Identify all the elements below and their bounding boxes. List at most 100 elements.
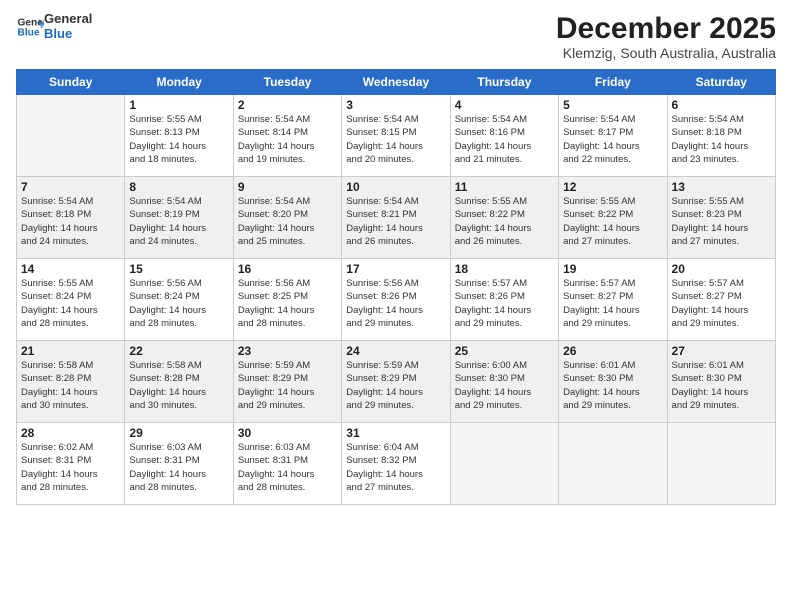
- calendar-cell: 20Sunrise: 5:57 AM Sunset: 8:27 PM Dayli…: [667, 259, 775, 341]
- day-info: Sunrise: 5:56 AM Sunset: 8:25 PM Dayligh…: [238, 277, 337, 330]
- day-info: Sunrise: 5:55 AM Sunset: 8:22 PM Dayligh…: [455, 195, 554, 248]
- calendar-cell: 23Sunrise: 5:59 AM Sunset: 8:29 PM Dayli…: [233, 341, 341, 423]
- day-info: Sunrise: 5:54 AM Sunset: 8:14 PM Dayligh…: [238, 113, 337, 166]
- day-number: 31: [346, 426, 445, 440]
- day-number: 5: [563, 98, 662, 112]
- day-info: Sunrise: 5:58 AM Sunset: 8:28 PM Dayligh…: [129, 359, 228, 412]
- day-info: Sunrise: 6:03 AM Sunset: 8:31 PM Dayligh…: [238, 441, 337, 494]
- calendar-cell: 6Sunrise: 5:54 AM Sunset: 8:18 PM Daylig…: [667, 95, 775, 177]
- calendar-cell: 10Sunrise: 5:54 AM Sunset: 8:21 PM Dayli…: [342, 177, 450, 259]
- day-info: Sunrise: 5:56 AM Sunset: 8:26 PM Dayligh…: [346, 277, 445, 330]
- calendar-week-row: 1Sunrise: 5:55 AM Sunset: 8:13 PM Daylig…: [17, 95, 776, 177]
- calendar-cell: 7Sunrise: 5:54 AM Sunset: 8:18 PM Daylig…: [17, 177, 125, 259]
- calendar-cell: 9Sunrise: 5:54 AM Sunset: 8:20 PM Daylig…: [233, 177, 341, 259]
- day-info: Sunrise: 5:54 AM Sunset: 8:19 PM Dayligh…: [129, 195, 228, 248]
- calendar-cell: 27Sunrise: 6:01 AM Sunset: 8:30 PM Dayli…: [667, 341, 775, 423]
- day-number: 21: [21, 344, 120, 358]
- logo-general: General: [44, 12, 92, 27]
- calendar-cell: 15Sunrise: 5:56 AM Sunset: 8:24 PM Dayli…: [125, 259, 233, 341]
- day-info: Sunrise: 5:54 AM Sunset: 8:17 PM Dayligh…: [563, 113, 662, 166]
- day-number: 12: [563, 180, 662, 194]
- day-info: Sunrise: 6:01 AM Sunset: 8:30 PM Dayligh…: [563, 359, 662, 412]
- calendar-cell: 30Sunrise: 6:03 AM Sunset: 8:31 PM Dayli…: [233, 423, 341, 505]
- calendar-cell: 8Sunrise: 5:54 AM Sunset: 8:19 PM Daylig…: [125, 177, 233, 259]
- day-number: 6: [672, 98, 771, 112]
- calendar-cell: [667, 423, 775, 505]
- day-number: 15: [129, 262, 228, 276]
- calendar-header-row: SundayMondayTuesdayWednesdayThursdayFrid…: [17, 70, 776, 95]
- calendar-cell: 22Sunrise: 5:58 AM Sunset: 8:28 PM Dayli…: [125, 341, 233, 423]
- calendar-cell: 2Sunrise: 5:54 AM Sunset: 8:14 PM Daylig…: [233, 95, 341, 177]
- day-number: 26: [563, 344, 662, 358]
- day-info: Sunrise: 5:57 AM Sunset: 8:27 PM Dayligh…: [672, 277, 771, 330]
- day-info: Sunrise: 5:57 AM Sunset: 8:26 PM Dayligh…: [455, 277, 554, 330]
- calendar-day-header: Saturday: [667, 70, 775, 95]
- calendar-cell: 5Sunrise: 5:54 AM Sunset: 8:17 PM Daylig…: [559, 95, 667, 177]
- day-number: 28: [21, 426, 120, 440]
- calendar-cell: 16Sunrise: 5:56 AM Sunset: 8:25 PM Dayli…: [233, 259, 341, 341]
- svg-text:Blue: Blue: [18, 27, 40, 38]
- day-info: Sunrise: 6:02 AM Sunset: 8:31 PM Dayligh…: [21, 441, 120, 494]
- calendar-week-row: 21Sunrise: 5:58 AM Sunset: 8:28 PM Dayli…: [17, 341, 776, 423]
- day-number: 30: [238, 426, 337, 440]
- day-number: 13: [672, 180, 771, 194]
- calendar-cell: 14Sunrise: 5:55 AM Sunset: 8:24 PM Dayli…: [17, 259, 125, 341]
- calendar-cell: 24Sunrise: 5:59 AM Sunset: 8:29 PM Dayli…: [342, 341, 450, 423]
- day-info: Sunrise: 5:59 AM Sunset: 8:29 PM Dayligh…: [346, 359, 445, 412]
- day-number: 1: [129, 98, 228, 112]
- calendar-day-header: Tuesday: [233, 70, 341, 95]
- day-info: Sunrise: 5:54 AM Sunset: 8:16 PM Dayligh…: [455, 113, 554, 166]
- day-number: 9: [238, 180, 337, 194]
- calendar-cell: 3Sunrise: 5:54 AM Sunset: 8:15 PM Daylig…: [342, 95, 450, 177]
- day-info: Sunrise: 5:57 AM Sunset: 8:27 PM Dayligh…: [563, 277, 662, 330]
- day-info: Sunrise: 5:54 AM Sunset: 8:15 PM Dayligh…: [346, 113, 445, 166]
- day-number: 7: [21, 180, 120, 194]
- location: Klemzig, South Australia, Australia: [556, 45, 776, 61]
- calendar-cell: 18Sunrise: 5:57 AM Sunset: 8:26 PM Dayli…: [450, 259, 558, 341]
- calendar-day-header: Sunday: [17, 70, 125, 95]
- day-number: 29: [129, 426, 228, 440]
- month-title: December 2025: [556, 12, 776, 45]
- calendar-cell: [17, 95, 125, 177]
- day-number: 25: [455, 344, 554, 358]
- calendar-cell: 11Sunrise: 5:55 AM Sunset: 8:22 PM Dayli…: [450, 177, 558, 259]
- calendar-week-row: 7Sunrise: 5:54 AM Sunset: 8:18 PM Daylig…: [17, 177, 776, 259]
- day-number: 22: [129, 344, 228, 358]
- day-number: 18: [455, 262, 554, 276]
- calendar-cell: 28Sunrise: 6:02 AM Sunset: 8:31 PM Dayli…: [17, 423, 125, 505]
- calendar: SundayMondayTuesdayWednesdayThursdayFrid…: [16, 69, 776, 505]
- calendar-cell: 1Sunrise: 5:55 AM Sunset: 8:13 PM Daylig…: [125, 95, 233, 177]
- header: General Blue General Blue December 2025 …: [16, 12, 776, 61]
- day-info: Sunrise: 5:59 AM Sunset: 8:29 PM Dayligh…: [238, 359, 337, 412]
- day-number: 16: [238, 262, 337, 276]
- day-info: Sunrise: 5:54 AM Sunset: 8:18 PM Dayligh…: [672, 113, 771, 166]
- day-number: 10: [346, 180, 445, 194]
- calendar-cell: 13Sunrise: 5:55 AM Sunset: 8:23 PM Dayli…: [667, 177, 775, 259]
- day-info: Sunrise: 6:01 AM Sunset: 8:30 PM Dayligh…: [672, 359, 771, 412]
- day-info: Sunrise: 6:04 AM Sunset: 8:32 PM Dayligh…: [346, 441, 445, 494]
- day-number: 4: [455, 98, 554, 112]
- calendar-cell: 21Sunrise: 5:58 AM Sunset: 8:28 PM Dayli…: [17, 341, 125, 423]
- calendar-cell: 29Sunrise: 6:03 AM Sunset: 8:31 PM Dayli…: [125, 423, 233, 505]
- day-info: Sunrise: 5:54 AM Sunset: 8:18 PM Dayligh…: [21, 195, 120, 248]
- title-block: December 2025 Klemzig, South Australia, …: [556, 12, 776, 61]
- day-number: 17: [346, 262, 445, 276]
- calendar-day-header: Friday: [559, 70, 667, 95]
- day-info: Sunrise: 5:56 AM Sunset: 8:24 PM Dayligh…: [129, 277, 228, 330]
- day-info: Sunrise: 5:58 AM Sunset: 8:28 PM Dayligh…: [21, 359, 120, 412]
- day-info: Sunrise: 5:54 AM Sunset: 8:20 PM Dayligh…: [238, 195, 337, 248]
- day-number: 27: [672, 344, 771, 358]
- day-number: 24: [346, 344, 445, 358]
- day-number: 20: [672, 262, 771, 276]
- logo-blue: Blue: [44, 27, 92, 42]
- calendar-cell: [450, 423, 558, 505]
- day-number: 14: [21, 262, 120, 276]
- day-info: Sunrise: 5:55 AM Sunset: 8:22 PM Dayligh…: [563, 195, 662, 248]
- logo-icon: General Blue: [16, 13, 44, 41]
- calendar-day-header: Wednesday: [342, 70, 450, 95]
- day-number: 23: [238, 344, 337, 358]
- calendar-day-header: Monday: [125, 70, 233, 95]
- day-number: 11: [455, 180, 554, 194]
- calendar-week-row: 14Sunrise: 5:55 AM Sunset: 8:24 PM Dayli…: [17, 259, 776, 341]
- calendar-cell: 19Sunrise: 5:57 AM Sunset: 8:27 PM Dayli…: [559, 259, 667, 341]
